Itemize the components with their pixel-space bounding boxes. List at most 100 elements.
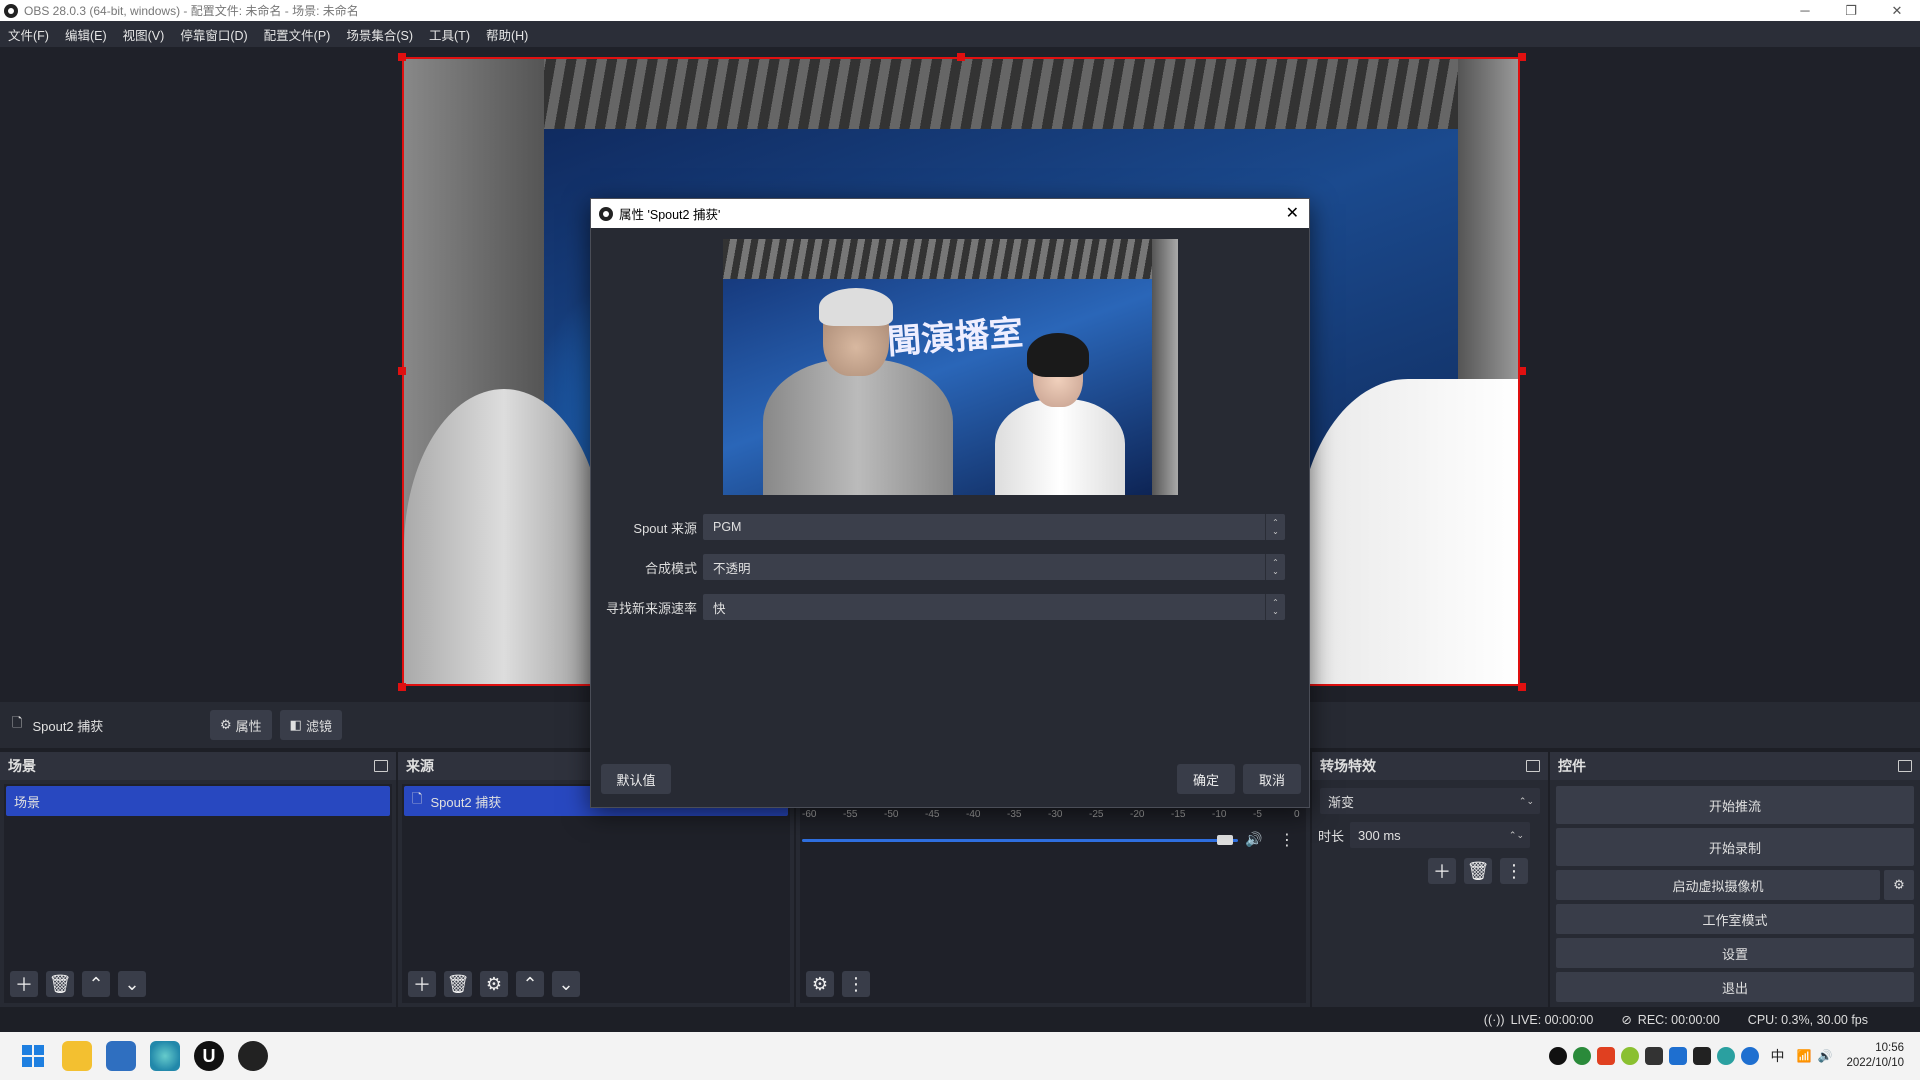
undock-icon[interactable] — [374, 760, 388, 772]
shield-icon[interactable] — [1668, 1047, 1687, 1065]
nvidia-icon[interactable] — [1692, 1047, 1711, 1065]
windows-start-icon[interactable] — [18, 1041, 48, 1071]
volume-slider[interactable] — [802, 839, 1238, 842]
mixer-tick: -10 — [1212, 809, 1227, 820]
remove-transition-button[interactable]: 🗑 — [1464, 858, 1492, 884]
app-tray-icon[interactable] — [1572, 1047, 1591, 1065]
wifi-icon[interactable]: 📶 — [1797, 1049, 1812, 1063]
transition-menu-button[interactable]: ⋮ — [1500, 858, 1528, 884]
mixer-tick: -25 — [1089, 809, 1104, 820]
minimize-button[interactable]: ─ — [1782, 0, 1828, 21]
ime-indicator[interactable]: 中 — [1771, 1046, 1785, 1066]
remove-source-button[interactable]: 🗑 — [444, 971, 472, 997]
mixer-menu-button[interactable]: ⋮ — [842, 971, 870, 997]
move-down-button[interactable]: ⌄ — [118, 971, 146, 997]
transitions-title: 转场特效 — [1320, 758, 1376, 774]
speaker-icon[interactable]: 🔊 — [1245, 831, 1262, 848]
add-scene-button[interactable]: ＋ — [10, 971, 38, 997]
menu-help[interactable]: 帮助(H) — [478, 25, 536, 44]
exit-button[interactable]: 退出 — [1556, 972, 1914, 1002]
window-controls: ─ ❐ ✕ — [1782, 0, 1920, 21]
duration-spinbox[interactable]: 300 ms ⌃⌄ — [1350, 822, 1531, 848]
move-down-button[interactable]: ⌄ — [552, 971, 580, 997]
resize-handle-br[interactable] — [1518, 683, 1526, 691]
virtual-camera-gear-icon[interactable]: ⚙ — [1884, 870, 1914, 900]
add-transition-button[interactable]: ＋ — [1428, 858, 1456, 884]
cpu-status: CPU: 0.3%, 30.00 fps — [1747, 1012, 1868, 1027]
move-up-button[interactable]: ⌃ — [82, 971, 110, 997]
close-button[interactable]: ✕ — [1874, 0, 1920, 21]
properties-dialog: 属性 'Spout2 捕获' ✕ 新聞演播室 Spout 来源 PGM ⌃ ⌄ 合… — [590, 198, 1310, 808]
menu-docks[interactable]: 停靠窗口(D) — [172, 25, 255, 44]
live-status: ((·)) LIVE: 00:00:00 — [1484, 1013, 1594, 1027]
app-tray-icon[interactable] — [1620, 1047, 1639, 1065]
move-up-button[interactable]: ⌃ — [516, 971, 544, 997]
scenes-toolbar: ＋ 🗑 ⌃ ⌄ — [10, 971, 146, 997]
ok-button[interactable]: 确定 — [1177, 764, 1235, 794]
resize-handle-tr[interactable] — [1518, 53, 1526, 61]
check-rate-row: 寻找新来源速率 快 ⌃ ⌄ — [591, 593, 1311, 621]
cancel-button[interactable]: 取消 — [1243, 764, 1301, 794]
menu-view[interactable]: 视图(V) — [115, 25, 173, 44]
resize-handle-r[interactable] — [1518, 367, 1526, 375]
volume-slider-handle[interactable] — [1216, 835, 1233, 845]
app-tray-icon[interactable] — [1596, 1047, 1615, 1065]
advanced-audio-gear-icon[interactable]: ⚙ — [806, 971, 834, 997]
unreal-engine-icon[interactable]: U — [194, 1041, 224, 1071]
presenter-male-head — [819, 288, 893, 376]
menu-edit[interactable]: 编辑(E) — [57, 25, 115, 44]
start-stream-button[interactable]: 开始推流 — [1556, 786, 1914, 824]
close-icon[interactable]: ✕ — [1286, 203, 1299, 223]
add-source-button[interactable]: ＋ — [408, 971, 436, 997]
menu-tools[interactable]: 工具(T) — [421, 25, 478, 44]
start-virtual-camera-button[interactable]: 启动虚拟摄像机 — [1556, 870, 1880, 900]
bluetooth-icon[interactable] — [1740, 1047, 1759, 1065]
defaults-button[interactable]: 默认值 — [601, 764, 671, 794]
undock-icon[interactable] — [1898, 760, 1912, 772]
transitions-header: 转场特效 — [1312, 752, 1548, 780]
mixer-scale: -60 -55 -50 -45 -40 -35 -30 -25 -20 -15 … — [802, 809, 1302, 827]
menu-scene-collection[interactable]: 场景集合(S) — [338, 25, 421, 44]
mixer-tick: -5 — [1253, 809, 1262, 820]
clock[interactable]: 10:56 2022/10/10 — [1846, 1041, 1904, 1071]
start-record-button[interactable]: 开始录制 — [1556, 828, 1914, 866]
resize-handle-l[interactable] — [398, 367, 406, 375]
composite-mode-select[interactable]: 不透明 ⌃ ⌄ — [703, 554, 1285, 580]
transition-select[interactable]: 渐变 ⌃⌄ — [1320, 788, 1540, 814]
remove-scene-button[interactable]: 🗑 — [46, 971, 74, 997]
menu-bar: 文件(F) 编辑(E) 视图(V) 停靠窗口(D) 配置文件(P) 场景集合(S… — [0, 21, 1920, 47]
mixer-channel-menu-icon[interactable]: ⋮ — [1279, 830, 1295, 850]
resize-handle-t[interactable] — [957, 53, 965, 61]
check-rate-select[interactable]: 快 ⌃ ⌄ — [703, 594, 1285, 620]
mixer-tick: -60 — [802, 809, 817, 820]
obs-taskbar-icon[interactable] — [238, 1041, 268, 1071]
notepad-icon[interactable] — [106, 1041, 136, 1071]
scenes-header: 场景 — [0, 752, 396, 780]
spin-icon: ⌃⌄ — [1508, 829, 1525, 840]
source-properties-button[interactable]: ⚙ — [480, 971, 508, 997]
undock-icon[interactable] — [1526, 760, 1540, 772]
menu-file[interactable]: 文件(F) — [0, 25, 57, 44]
resize-handle-tl[interactable] — [398, 53, 406, 61]
obs-tray-icon[interactable] — [1548, 1047, 1567, 1065]
filter-icon: ◧ — [289, 717, 302, 732]
browser-icon[interactable] — [150, 1041, 180, 1071]
studio-mode-button[interactable]: 工作室模式 — [1556, 904, 1914, 934]
settings-button[interactable]: 设置 — [1556, 938, 1914, 968]
properties-button[interactable]: ⚙ 属性 — [210, 710, 272, 740]
app-tray-icon[interactable] — [1644, 1047, 1663, 1065]
title-bar: OBS 28.0.3 (64-bit, windows) - 配置文件: 未命名… — [0, 0, 1920, 21]
menu-profile[interactable]: 配置文件(P) — [256, 25, 339, 44]
scene-item[interactable]: 场景 — [6, 786, 390, 816]
filters-button[interactable]: ◧ 滤镜 — [279, 710, 342, 740]
scenes-panel: 场景 场景 ＋ 🗑 ⌃ ⌄ — [0, 752, 396, 1007]
rec-status: ⊘ REC: 00:00:00 — [1621, 1012, 1719, 1027]
app-tray-icon[interactable] — [1716, 1047, 1735, 1065]
spout-source-select[interactable]: PGM ⌃ ⌄ — [703, 514, 1285, 540]
file-explorer-icon[interactable] — [62, 1041, 92, 1071]
studio-ceiling — [723, 239, 1178, 279]
resize-handle-bl[interactable] — [398, 683, 406, 691]
sources-title: 来源 — [406, 758, 434, 774]
restore-button[interactable]: ❐ — [1828, 0, 1874, 21]
volume-icon[interactable]: 🔊 — [1817, 1049, 1832, 1063]
